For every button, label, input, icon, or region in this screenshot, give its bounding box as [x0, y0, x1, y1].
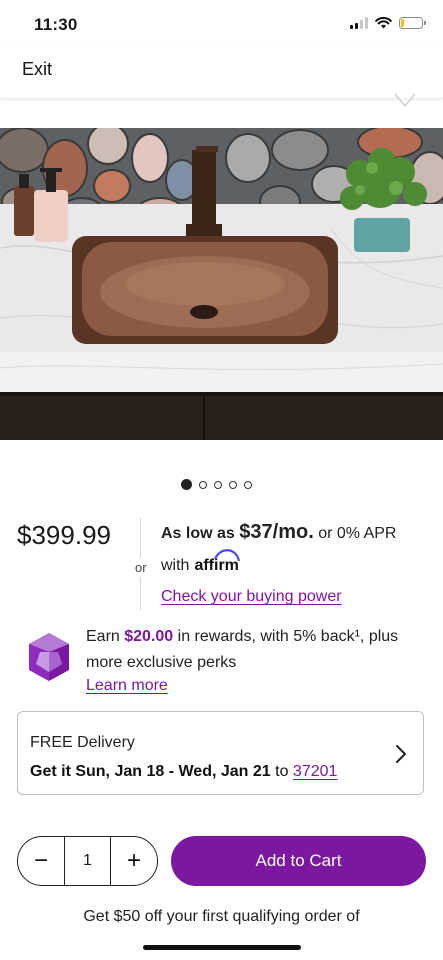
delivery-title: FREE Delivery	[30, 734, 135, 751]
carousel-dot[interactable]	[199, 480, 207, 489]
quantity-stepper: − 1 +	[17, 836, 158, 886]
as-low-as-label: As low as	[161, 525, 235, 542]
delivery-date: Get it Sun, Jan 18 - Wed, Jan 21 to 3720…	[30, 763, 338, 780]
exit-button[interactable]: Exit	[22, 59, 52, 80]
signal-icon	[350, 17, 368, 29]
product-price: $399.99	[17, 520, 111, 550]
increment-button[interactable]: +	[111, 837, 157, 885]
with-label: with	[161, 557, 190, 574]
check-buying-power-link[interactable]: Check your buying power	[161, 588, 342, 606]
promo-text: Get $50 off your first qualifying order …	[83, 908, 360, 925]
home-indicator	[143, 945, 301, 950]
status-icons	[350, 17, 426, 29]
product-image[interactable]	[0, 128, 443, 440]
wifi-icon	[375, 17, 392, 29]
rewards-amount: $20.00	[124, 628, 174, 645]
delivery-card[interactable]: FREE Delivery Get it Sun, Jan 18 - Wed, …	[17, 711, 424, 795]
chevron-right-icon	[396, 745, 407, 763]
or-separator: or	[133, 558, 149, 577]
monthly-amount: $37/mo.	[239, 521, 314, 543]
battery-icon	[399, 17, 426, 29]
rewards-text: Earn $20.00 in rewards, with 5% back¹, p…	[86, 628, 399, 671]
decrement-button[interactable]: −	[18, 837, 64, 885]
carousel-dot[interactable]	[181, 479, 192, 490]
status-time: 11:30	[34, 15, 78, 34]
image-carousel-dots[interactable]	[181, 479, 252, 490]
heart-outline-icon[interactable]	[393, 92, 417, 110]
carousel-dot[interactable]	[229, 480, 237, 489]
gem-icon	[29, 633, 69, 681]
quantity-value[interactable]: 1	[64, 837, 111, 885]
affirm-arc-icon	[214, 549, 241, 562]
carousel-dot[interactable]	[244, 480, 252, 489]
affirm-logo: affirm	[194, 549, 241, 575]
carousel-dot[interactable]	[214, 480, 222, 489]
apr-text: or 0% APR	[318, 525, 397, 542]
affirm-row: with affirm	[161, 549, 241, 575]
top-header: Exit	[0, 46, 443, 99]
zip-code-link[interactable]: 37201	[293, 763, 338, 780]
financing-line: As low as $37/mo. or 0% APR	[161, 521, 396, 544]
learn-more-link[interactable]: Learn more	[86, 677, 168, 695]
add-to-cart-button[interactable]: Add to Cart	[171, 836, 426, 886]
